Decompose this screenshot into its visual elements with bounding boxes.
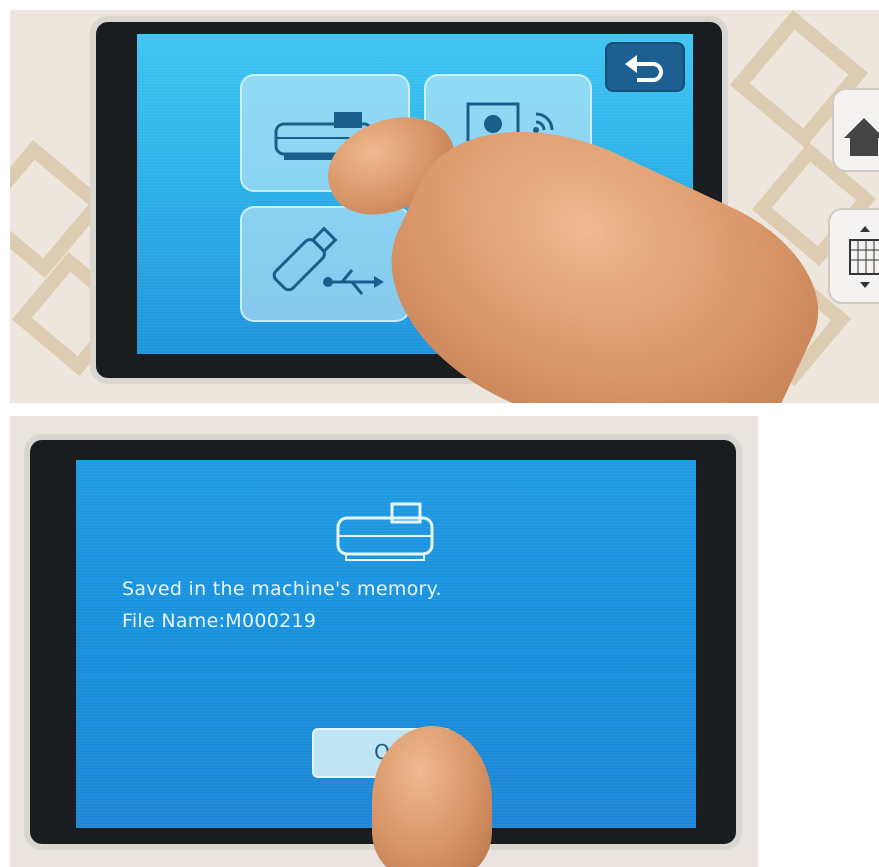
- message-line-1: Saved in the machine's memory.: [122, 578, 442, 600]
- cutting-machine-icon: [336, 502, 434, 561]
- back-button[interactable]: [605, 42, 685, 92]
- photo-bottom-saved-message: Saved in the machine's memory. File Name…: [10, 416, 758, 867]
- pattern-button[interactable]: [828, 208, 879, 304]
- home-button[interactable]: [832, 88, 879, 172]
- photo-top-selection-screen: [10, 10, 879, 403]
- finger: [372, 726, 492, 867]
- decor-pattern: [10, 139, 109, 279]
- usb-flash-drive-icon: [272, 226, 384, 295]
- return-arrow-icon: [625, 55, 663, 82]
- home-icon: [844, 118, 879, 156]
- tile-usb-memory[interactable]: [240, 206, 410, 322]
- message-line-2: File Name:M000219: [122, 610, 317, 632]
- pattern-grid-icon: [849, 226, 879, 288]
